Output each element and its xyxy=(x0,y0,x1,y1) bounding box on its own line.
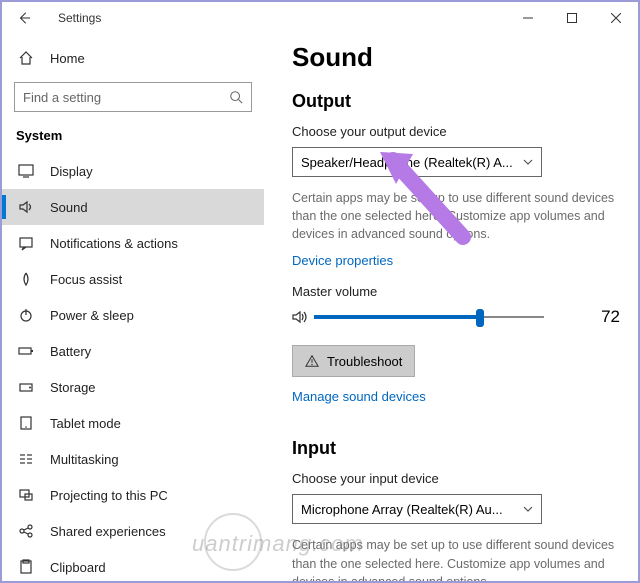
category-heading: System xyxy=(2,122,264,153)
troubleshoot-button[interactable]: Troubleshoot xyxy=(292,345,415,377)
volume-slider[interactable] xyxy=(314,307,544,327)
sidebar: Home Find a setting System Display Sound… xyxy=(2,34,264,581)
nav-label: Focus assist xyxy=(50,272,122,287)
minimize-icon xyxy=(523,13,533,23)
output-device-properties-link[interactable]: Device properties xyxy=(292,253,393,268)
warning-icon xyxy=(305,354,319,368)
nav-storage[interactable]: Storage xyxy=(2,369,264,405)
nav-shared-experiences[interactable]: Shared experiences xyxy=(2,513,264,549)
output-desc: Certain apps may be set up to use differ… xyxy=(292,189,620,243)
nav-label: Storage xyxy=(50,380,96,395)
nav-battery[interactable]: Battery xyxy=(2,333,264,369)
nav-display[interactable]: Display xyxy=(2,153,264,189)
home-nav[interactable]: Home xyxy=(2,40,264,76)
display-icon xyxy=(16,163,36,179)
nav-tablet-mode[interactable]: Tablet mode xyxy=(2,405,264,441)
nav-power-sleep[interactable]: Power & sleep xyxy=(2,297,264,333)
nav-label: Sound xyxy=(50,200,88,215)
power-icon xyxy=(16,307,36,323)
shared-icon xyxy=(16,523,36,539)
nav-label: Display xyxy=(50,164,93,179)
search-icon xyxy=(229,90,243,104)
nav-label: Shared experiences xyxy=(50,524,166,539)
chevron-down-icon xyxy=(523,506,533,512)
nav-projecting[interactable]: Projecting to this PC xyxy=(2,477,264,513)
nav-label: Projecting to this PC xyxy=(50,488,168,503)
speaker-icon[interactable] xyxy=(292,309,314,325)
close-icon xyxy=(611,13,621,23)
slider-fill xyxy=(314,315,480,319)
slider-thumb[interactable] xyxy=(476,309,484,327)
back-button[interactable] xyxy=(10,4,38,32)
nav-label: Power & sleep xyxy=(50,308,134,323)
home-icon xyxy=(16,50,36,66)
nav-label: Notifications & actions xyxy=(50,236,178,251)
manage-sound-devices-link[interactable]: Manage sound devices xyxy=(292,389,426,404)
page-title: Sound xyxy=(292,42,620,73)
nav-label: Multitasking xyxy=(50,452,119,467)
input-device-select[interactable]: Microphone Array (Realtek(R) Au... xyxy=(292,494,542,524)
multitasking-icon xyxy=(16,451,36,467)
nav-label: Battery xyxy=(50,344,91,359)
chevron-down-icon xyxy=(523,159,533,165)
nav-label: Clipboard xyxy=(50,560,106,575)
notifications-icon xyxy=(16,235,36,251)
titlebar: Settings xyxy=(2,2,638,34)
input-heading: Input xyxy=(292,438,620,459)
back-arrow-icon xyxy=(17,11,31,25)
battery-icon xyxy=(16,343,36,359)
volume-row: 72 xyxy=(292,307,620,327)
master-volume-label: Master volume xyxy=(292,284,620,299)
output-choose-label: Choose your output device xyxy=(292,124,620,139)
search-placeholder: Find a setting xyxy=(23,90,229,105)
troubleshoot-label: Troubleshoot xyxy=(327,354,402,369)
home-label: Home xyxy=(50,51,85,66)
output-heading: Output xyxy=(292,91,620,112)
input-desc: Certain apps may be set up to use differ… xyxy=(292,536,620,581)
nav-clipboard[interactable]: Clipboard xyxy=(2,549,264,581)
nav-multitasking[interactable]: Multitasking xyxy=(2,441,264,477)
projecting-icon xyxy=(16,487,36,503)
tablet-icon xyxy=(16,415,36,431)
nav-focus-assist[interactable]: Focus assist xyxy=(2,261,264,297)
window-title: Settings xyxy=(58,11,101,25)
content-pane: Sound Output Choose your output device S… xyxy=(264,34,638,581)
close-button[interactable] xyxy=(594,3,638,33)
maximize-icon xyxy=(567,13,577,23)
clipboard-icon xyxy=(16,559,36,575)
focus-assist-icon xyxy=(16,271,36,287)
nav-label: Tablet mode xyxy=(50,416,121,431)
input-choose-label: Choose your input device xyxy=(292,471,620,486)
input-device-value: Microphone Array (Realtek(R) Au... xyxy=(301,502,523,517)
sound-icon xyxy=(16,199,36,215)
maximize-button[interactable] xyxy=(550,3,594,33)
storage-icon xyxy=(16,379,36,395)
search-input[interactable]: Find a setting xyxy=(14,82,252,112)
volume-value: 72 xyxy=(584,307,620,327)
output-device-value: Speaker/Headphone (Realtek(R) A... xyxy=(301,155,523,170)
nav-sound[interactable]: Sound xyxy=(2,189,264,225)
minimize-button[interactable] xyxy=(506,3,550,33)
nav-notifications[interactable]: Notifications & actions xyxy=(2,225,264,261)
output-device-select[interactable]: Speaker/Headphone (Realtek(R) A... xyxy=(292,147,542,177)
